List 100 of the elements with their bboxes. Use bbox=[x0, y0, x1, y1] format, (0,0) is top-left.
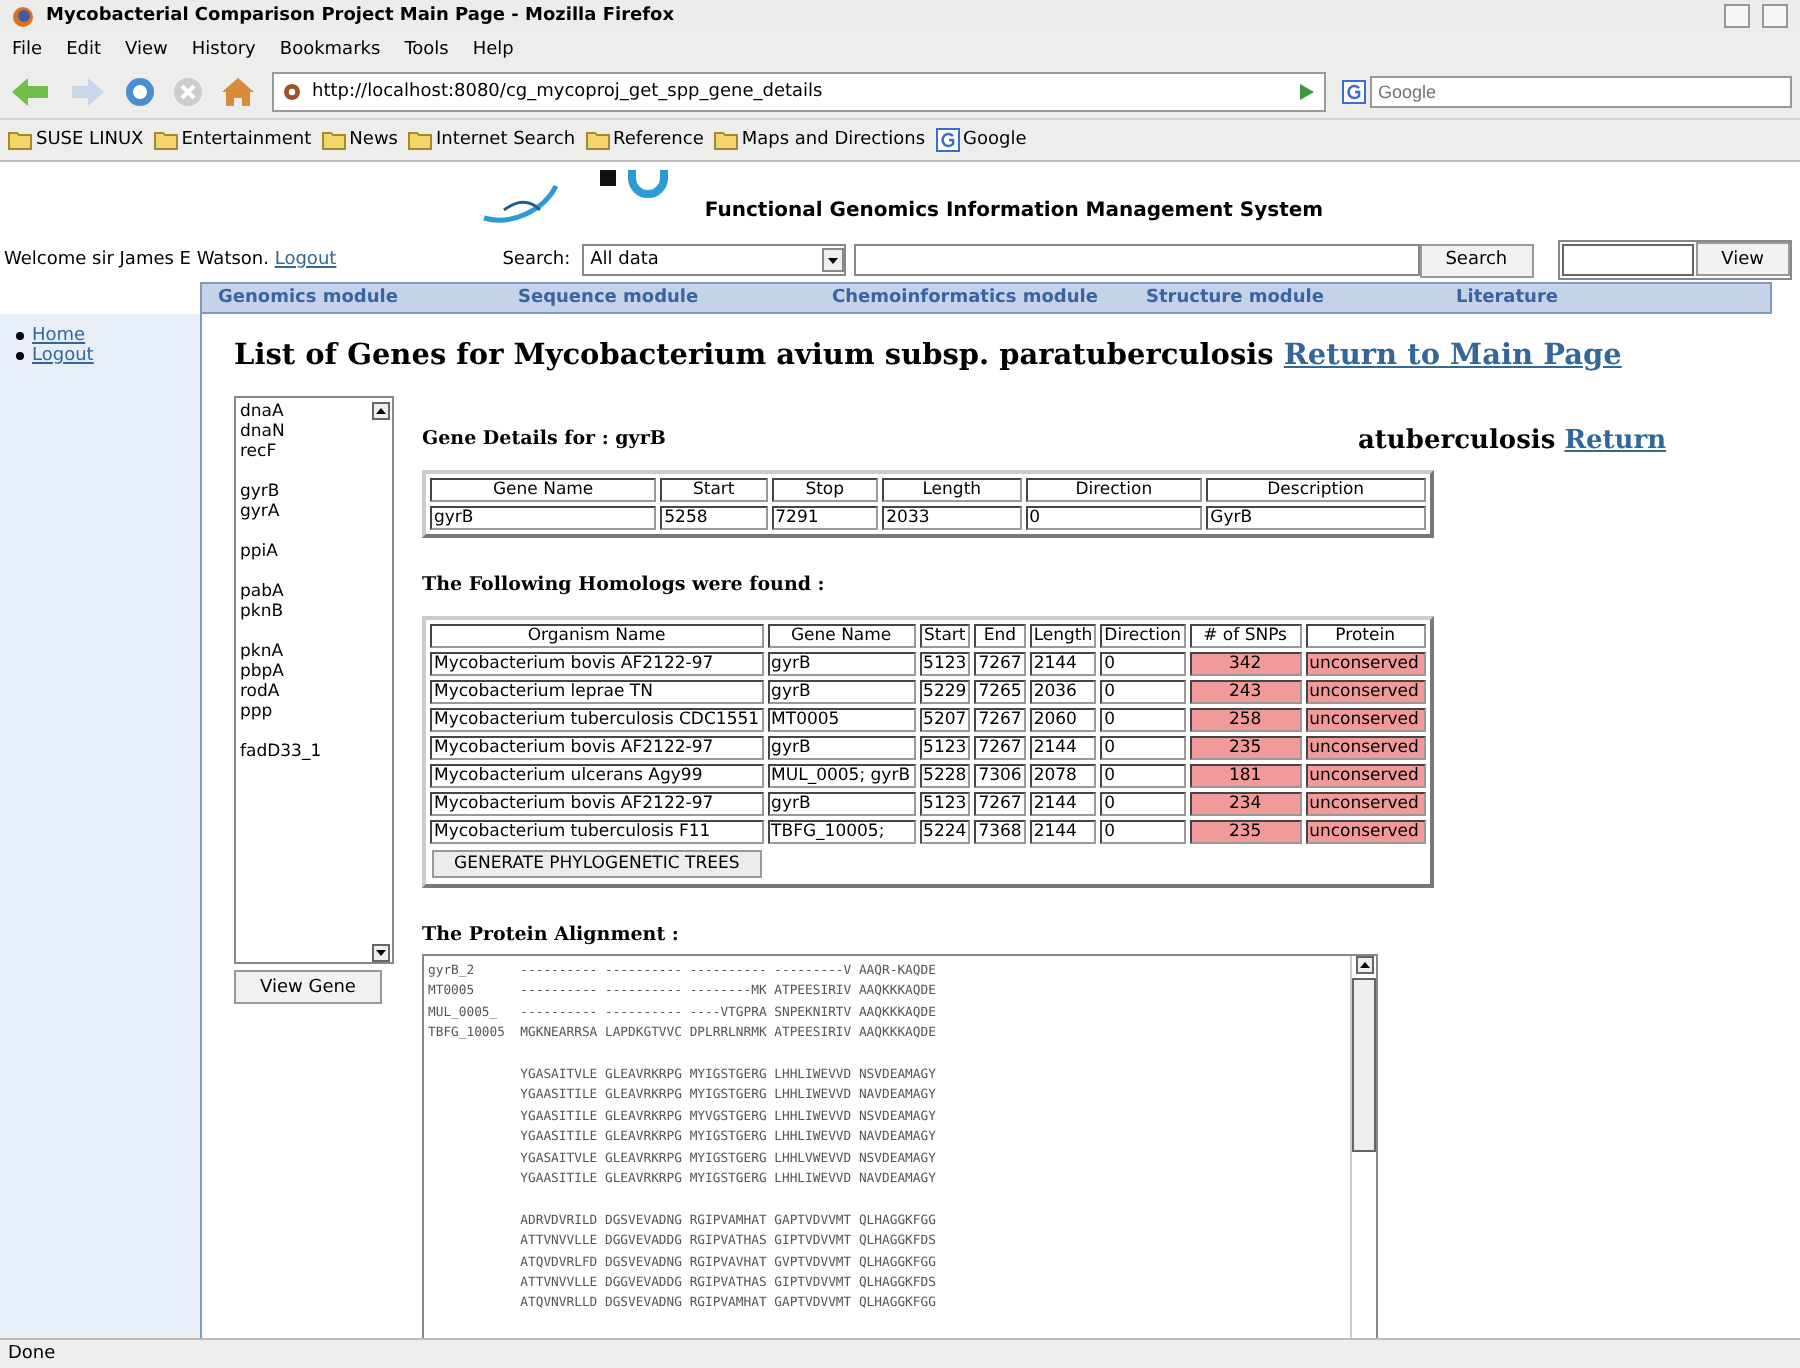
table-cell: 7267 bbox=[974, 652, 1026, 676]
column-header: Organism Name bbox=[430, 624, 764, 648]
table-cell: 5123 bbox=[919, 792, 971, 816]
module-link[interactable]: Chemoinformatics module bbox=[832, 288, 1146, 308]
bookmark-link[interactable]: Entertainment bbox=[153, 130, 312, 150]
table-cell: 7306 bbox=[974, 764, 1026, 788]
table-cell: gyrB bbox=[767, 680, 916, 704]
generate-trees-button[interactable]: GENERATE PHYLOGENETIC TREES bbox=[432, 850, 762, 878]
table-cell: unconserved bbox=[1305, 680, 1426, 704]
module-link[interactable]: Literature bbox=[1456, 288, 1770, 308]
table-cell: Mycobacterium leprae TN bbox=[430, 680, 764, 704]
bookmark-link[interactable]: SUSE LINUX bbox=[8, 130, 144, 150]
table-cell: 234 bbox=[1189, 792, 1302, 816]
sidebar-link[interactable]: Logout bbox=[32, 346, 94, 366]
scope-dropdown[interactable]: All data bbox=[582, 244, 847, 276]
gene-item[interactable]: gyrB bbox=[240, 462, 368, 502]
window-title: Mycobacterial Comparison Project Main Page - Mozilla Firefox bbox=[46, 6, 677, 26]
search-field[interactable]: Google bbox=[1370, 76, 1792, 108]
table-cell: unconserved bbox=[1305, 764, 1426, 788]
welcome-text: Welcome sir James E Watson. bbox=[4, 250, 269, 270]
folder-icon bbox=[8, 130, 32, 150]
bookmark-link[interactable]: News bbox=[321, 130, 398, 150]
google-icon bbox=[1342, 80, 1366, 104]
gene-item[interactable]: recF bbox=[240, 442, 368, 462]
module-link[interactable]: Genomics module bbox=[218, 288, 518, 308]
home-icon[interactable] bbox=[220, 76, 256, 108]
menu-item[interactable]: File bbox=[12, 39, 43, 59]
table-cell: 0 bbox=[1100, 764, 1186, 788]
maximize-button[interactable] bbox=[1762, 4, 1788, 28]
table-cell: Mycobacterium bovis AF2122-97 bbox=[430, 736, 764, 760]
menu-item[interactable]: Bookmarks bbox=[279, 39, 381, 59]
table-cell: gyrB bbox=[430, 506, 657, 530]
menu-item[interactable]: View bbox=[125, 39, 168, 59]
gene-item[interactable]: gyrA bbox=[240, 502, 368, 522]
scroll-thumb[interactable] bbox=[1352, 978, 1376, 1152]
table-cell: 0 bbox=[1100, 680, 1186, 704]
bookmark-link[interactable]: Maps and Directions bbox=[713, 130, 926, 150]
gene-item[interactable]: pknA bbox=[240, 622, 368, 662]
table-cell: MUL_0005; gyrB bbox=[767, 764, 916, 788]
table-cell: Mycobacterium tuberculosis CDC1551 bbox=[430, 708, 764, 732]
gene-item[interactable]: pknB bbox=[240, 602, 368, 622]
back-icon[interactable] bbox=[8, 76, 52, 108]
go-icon[interactable] bbox=[1296, 82, 1316, 102]
return-link[interactable]: Return to Main Page bbox=[1283, 338, 1622, 372]
scroll-up-icon[interactable] bbox=[371, 402, 389, 420]
gene-item[interactable]: rodA bbox=[240, 682, 368, 702]
column-header: Gene Name bbox=[430, 478, 657, 502]
gene-list[interactable]: dnaA dnaN recF gyrB gyrA ppiA pabA pknB pknA pbpA rodA ppp fadD33_1 bbox=[234, 396, 394, 964]
view-gene-button[interactable]: View Gene bbox=[234, 970, 382, 1004]
view-button[interactable]: View bbox=[1695, 242, 1790, 276]
gene-item[interactable]: ppiA bbox=[240, 522, 368, 562]
logout-link[interactable]: Logout bbox=[274, 250, 337, 270]
module-link[interactable]: Structure module bbox=[1146, 288, 1456, 308]
table-cell: Mycobacterium ulcerans Agy99 bbox=[430, 764, 764, 788]
gene-item[interactable]: fadD33_1 bbox=[240, 722, 368, 762]
return-link[interactable]: Return bbox=[1564, 426, 1667, 456]
menu-item[interactable]: Tools bbox=[404, 39, 449, 59]
gene-item[interactable]: dnaA bbox=[240, 402, 368, 422]
gene-item[interactable]: dnaN bbox=[240, 422, 368, 442]
column-header: Start bbox=[919, 624, 971, 648]
menu-item[interactable]: Help bbox=[472, 39, 514, 59]
column-header: # of SNPs bbox=[1189, 624, 1302, 648]
scroll-down-icon[interactable] bbox=[371, 944, 389, 962]
table-cell: 2144 bbox=[1029, 792, 1097, 816]
column-header: Protein bbox=[1305, 624, 1426, 648]
sidebar-link[interactable]: Home bbox=[32, 326, 86, 346]
search-button[interactable]: Search bbox=[1419, 243, 1534, 277]
table-cell: 5123 bbox=[919, 736, 971, 760]
module-link[interactable]: Sequence module bbox=[518, 288, 832, 308]
table-cell: 2144 bbox=[1029, 736, 1097, 760]
menu-item[interactable]: Edit bbox=[66, 39, 101, 59]
column-header: Gene Name bbox=[767, 624, 916, 648]
page-heading: List of Genes for Mycobacterium avium subsp. paratuberculosis bbox=[234, 338, 1274, 372]
table-cell: gyrB bbox=[767, 652, 916, 676]
view-input[interactable] bbox=[1561, 244, 1694, 276]
bookmark-link[interactable]: Internet Search bbox=[408, 130, 576, 150]
gene-item[interactable]: ppp bbox=[240, 702, 368, 722]
address-bar[interactable]: http://localhost:8080/cg_mycoproj_get_spp_gene_details bbox=[272, 72, 1326, 112]
scroll-up-icon[interactable] bbox=[1355, 956, 1373, 974]
folder-icon bbox=[408, 130, 432, 150]
table-cell: TBFG_10005; bbox=[767, 820, 916, 844]
google-icon bbox=[935, 128, 960, 152]
column-header: Description bbox=[1206, 478, 1426, 502]
bookmark-link[interactable]: Google bbox=[935, 128, 1027, 152]
gene-item[interactable]: pabA bbox=[240, 562, 368, 602]
table-cell: 7291 bbox=[771, 506, 879, 530]
search-input[interactable] bbox=[854, 244, 1420, 276]
table-cell: 181 bbox=[1189, 764, 1302, 788]
table-cell: unconserved bbox=[1305, 736, 1426, 760]
minimize-button[interactable] bbox=[1724, 4, 1750, 28]
bookmark-link[interactable]: Reference bbox=[585, 130, 704, 150]
gene-item[interactable]: pbpA bbox=[240, 662, 368, 682]
folder-icon bbox=[321, 130, 346, 150]
table-cell: 5207 bbox=[919, 708, 971, 732]
table-cell: MT0005 bbox=[767, 708, 916, 732]
table-cell: 2060 bbox=[1029, 708, 1097, 732]
table-cell: 7267 bbox=[974, 708, 1026, 732]
column-header: Stop bbox=[771, 478, 879, 502]
table-cell: unconserved bbox=[1305, 820, 1426, 844]
menu-item[interactable]: History bbox=[191, 39, 256, 59]
